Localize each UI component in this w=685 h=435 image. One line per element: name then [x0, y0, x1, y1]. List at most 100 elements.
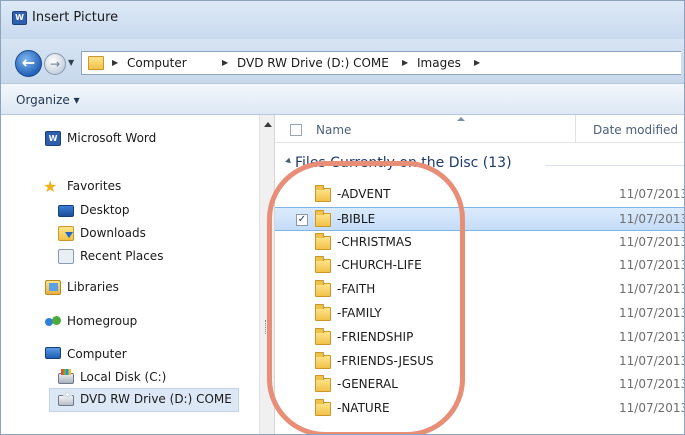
- breadcrumb-computer[interactable]: Computer: [127, 56, 187, 70]
- pane-scrollbar[interactable]: [259, 115, 275, 434]
- file-name: -CHURCH-LIFE: [337, 258, 422, 273]
- nav-item-desktop[interactable]: Desktop: [1, 200, 259, 222]
- file-row[interactable]: -CHURCH-LIFE 11/07/2013 13:: [275, 254, 685, 278]
- file-row[interactable]: -FRIENDS-JESUS 11/07/2013 13:: [275, 350, 685, 374]
- file-name: -FRIENDS-JESUS: [337, 353, 434, 368]
- nav-item-favorites[interactable]: ★ Favorites: [1, 176, 259, 198]
- nav-item-label: Favorites: [67, 179, 122, 193]
- recent-places-icon: [58, 249, 74, 264]
- column-header-date-modified[interactable]: Date modified: [593, 123, 678, 137]
- local-disk-icon: [58, 369, 74, 384]
- folder-icon: [315, 185, 331, 202]
- nav-item-label: Computer: [67, 347, 127, 361]
- star-icon: ★: [43, 177, 58, 196]
- folder-icon: [315, 375, 331, 393]
- navigation-pane: W Microsoft Word ★ Favorites Desktop Dow…: [1, 115, 259, 434]
- file-name: -ADVENT: [337, 187, 391, 201]
- group-label: Files Currently on the Disc (13): [295, 155, 512, 171]
- file-row[interactable]: -FAITH 11/07/2013 13:: [275, 278, 685, 302]
- file-name: -GENERAL: [337, 377, 398, 392]
- address-row: ← → ▼ ▶ Computer ▶ DVD RW Drive (D:) COM…: [1, 39, 684, 83]
- command-toolbar: Organize ▾: [1, 83, 684, 115]
- insert-picture-dialog: W Insert Picture ← → ▼ ▶ Computer ▶ DVD …: [0, 0, 685, 435]
- breadcrumb-images[interactable]: Images: [417, 56, 461, 70]
- scroll-up-arrow-icon[interactable]: [264, 122, 272, 127]
- file-name: -FAMILY: [337, 306, 382, 320]
- nav-item-computer[interactable]: Computer: [1, 344, 259, 366]
- file-name: -FAITH: [337, 282, 376, 297]
- breadcrumb-separator-icon[interactable]: ▶: [402, 58, 408, 67]
- recent-locations-dropdown[interactable]: ▼: [68, 58, 74, 67]
- nav-item-dvd-drive[interactable]: DVD RW Drive (D:) COME: [49, 388, 239, 412]
- column-header-name[interactable]: Name: [316, 123, 351, 137]
- file-date-modified: 11/07/2013 13:: [619, 401, 685, 416]
- libraries-icon: [45, 280, 61, 295]
- downloads-icon: [58, 226, 74, 241]
- breadcrumb-separator-icon[interactable]: ▶: [222, 58, 228, 67]
- nav-item-label: Local Disk (C:): [80, 370, 167, 384]
- folder-icon: [315, 351, 331, 369]
- column-divider[interactable]: [575, 115, 576, 143]
- dvd-drive-icon: [58, 390, 74, 406]
- nav-item-label: Recent Places: [80, 249, 164, 263]
- address-bar[interactable]: ▶ Computer ▶ DVD RW Drive (D:) COME ▶ Im…: [81, 51, 681, 75]
- group-divider: [545, 165, 684, 166]
- file-name: -FRIENDSHIP: [337, 329, 414, 344]
- homegroup-icon: [45, 314, 61, 329]
- folder-icon: [315, 232, 331, 250]
- nav-item-label: Microsoft Word: [67, 131, 157, 145]
- folder-icon: [88, 56, 104, 70]
- collapse-arrow-icon[interactable]: [285, 157, 293, 166]
- window-title: Insert Picture: [32, 10, 119, 25]
- nav-item-label: Desktop: [80, 203, 130, 217]
- nav-item-local-disk[interactable]: Local Disk (C:): [1, 367, 259, 389]
- file-row[interactable]: -GENERAL 11/07/2013 13:: [275, 373, 685, 397]
- row-checkbox[interactable]: ✓: [296, 213, 308, 226]
- select-all-checkbox[interactable]: [290, 124, 302, 136]
- file-name: -CHRISTMAS: [337, 234, 412, 249]
- forward-button[interactable]: →: [44, 53, 66, 75]
- sort-up-icon: [457, 117, 465, 121]
- nav-item-label: DVD RW Drive (D:) COME: [80, 392, 232, 406]
- word-icon: W: [45, 131, 61, 146]
- nav-item-downloads[interactable]: Downloads: [1, 223, 259, 245]
- breadcrumb-separator-icon[interactable]: ▶: [474, 58, 480, 67]
- file-date-modified: 11/07/2013 13:: [619, 329, 685, 344]
- folder-icon: [315, 304, 331, 321]
- file-list-pane: Name Date modified Files Currently on th…: [275, 115, 685, 434]
- nav-item-libraries[interactable]: Libraries: [1, 277, 259, 299]
- breadcrumb-separator-icon[interactable]: ▶: [112, 58, 118, 67]
- file-group-header[interactable]: Files Currently on the Disc (13): [275, 153, 684, 175]
- word-app-icon: W: [12, 11, 27, 25]
- file-row[interactable]: -CHRISTMAS 11/07/2013 13:: [275, 231, 685, 255]
- file-row[interactable]: -NATURE 11/07/2013 13:: [275, 397, 685, 421]
- folder-icon: [315, 280, 331, 298]
- breadcrumb-dvd-drive[interactable]: DVD RW Drive (D:) COME: [237, 56, 389, 70]
- file-row[interactable]: -FRIENDSHIP 11/07/2013 13:: [275, 326, 685, 350]
- file-row[interactable]: -ADVENT 11/07/2013 13:: [275, 183, 685, 207]
- nav-item-recent-places[interactable]: Recent Places: [1, 246, 259, 268]
- file-date-modified: 11/07/2013 13:: [619, 211, 685, 226]
- nav-item-label: Libraries: [67, 280, 119, 294]
- file-date-modified: 11/07/2013 13:: [619, 353, 685, 368]
- nav-item-label: Homegroup: [67, 314, 138, 328]
- file-row[interactable]: ✓ -BIBLE 11/07/2013 13:: [275, 206, 685, 231]
- nav-item-microsoft-word[interactable]: W Microsoft Word: [1, 128, 259, 150]
- file-date-modified: 11/07/2013 13:: [619, 306, 685, 320]
- file-row[interactable]: -FAMILY 11/07/2013 13:: [275, 302, 685, 326]
- nav-item-homegroup[interactable]: Homegroup: [1, 311, 259, 333]
- folder-icon: [315, 209, 331, 227]
- organize-button[interactable]: Organize ▾: [16, 93, 80, 107]
- file-date-modified: 11/07/2013 13:: [619, 282, 685, 297]
- file-date-modified: 11/07/2013 13:: [619, 187, 685, 201]
- folder-icon: [315, 327, 331, 345]
- file-date-modified: 11/07/2013 13:: [619, 258, 685, 273]
- computer-icon: [45, 347, 61, 359]
- file-date-modified: 11/07/2013 13:: [619, 377, 685, 392]
- column-header-row: Name Date modified: [275, 115, 684, 143]
- back-button[interactable]: ←: [15, 50, 42, 77]
- file-date-modified: 11/07/2013 13:: [619, 234, 685, 249]
- splitter-grip-icon[interactable]: [265, 320, 269, 334]
- nav-item-label: Downloads: [80, 226, 146, 240]
- desktop-icon: [58, 205, 74, 217]
